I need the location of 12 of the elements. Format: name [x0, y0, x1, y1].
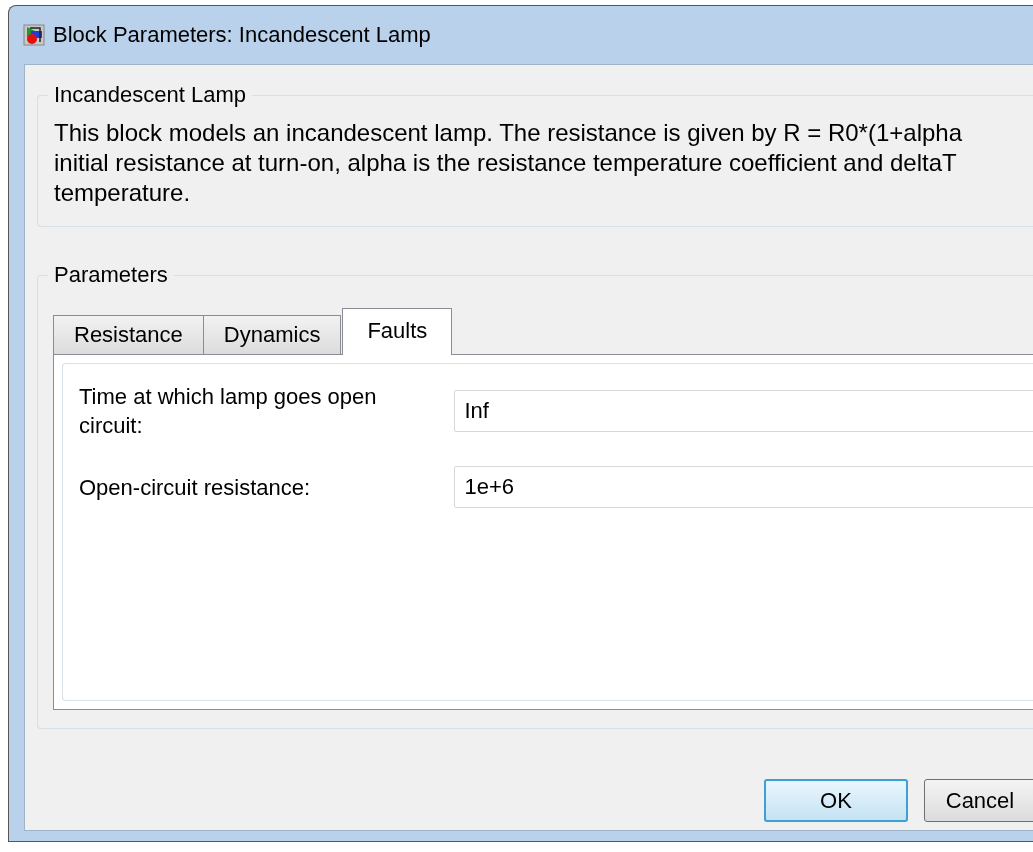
field-label: Open-circuit resistance:: [79, 473, 312, 502]
dialog-button[interactable]: Cancel: [924, 779, 1033, 822]
tab[interactable]: Faults: [342, 308, 453, 355]
dialog-button[interactable]: OK: [764, 779, 908, 822]
input-field[interactable]: 1e+6: [453, 466, 1033, 508]
tab[interactable]: Resistance: [53, 315, 204, 354]
app-icon: [23, 24, 45, 46]
tab[interactable]: Dynamics: [202, 315, 342, 354]
description-text: This block models an incandescent lamp. The resistance is given by R = R0*(1+alpha initial resistance at turn-on, alpha is the resistance temperature coefficient and deltaT temperature.: [54, 118, 964, 208]
window-title: Block Parameters: Incandescent Lamp: [53, 22, 431, 48]
input-field[interactable]: Inf: [453, 390, 1033, 432]
field-label: Time at which lamp goes open circuit:: [79, 383, 378, 440]
